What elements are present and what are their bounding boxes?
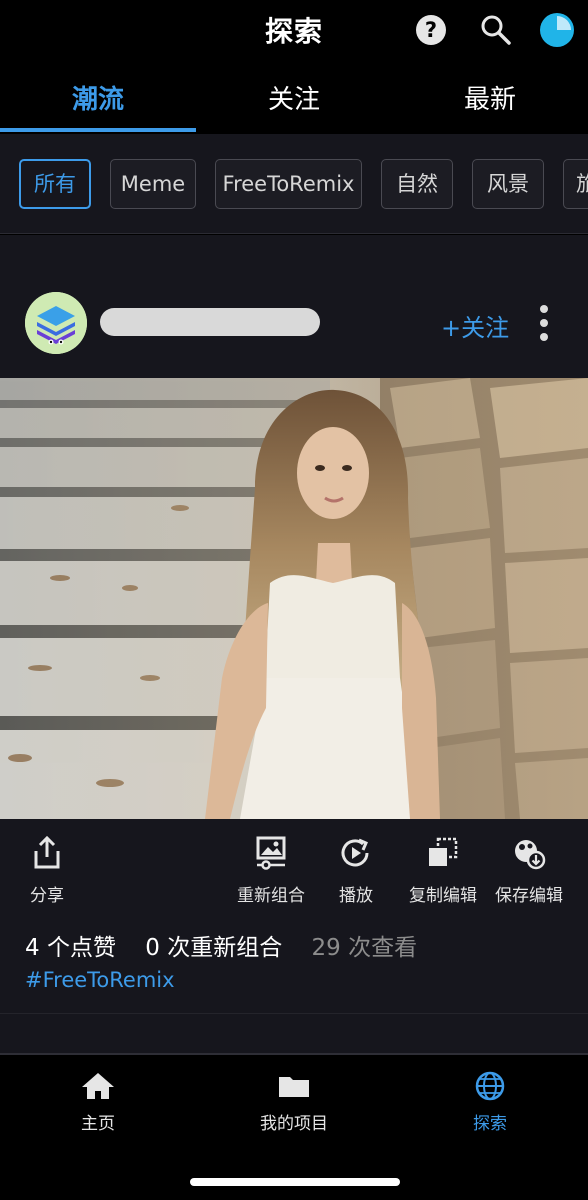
feed-tabs: 潮流 关注 最新 [0,64,588,134]
tab-latest[interactable]: 最新 [392,64,588,134]
share-action[interactable]: 分享 [17,835,77,906]
author-name-placeholder [100,308,320,336]
post-header: +关注 [0,235,588,378]
photo-woman-on-stairs-image [0,378,588,819]
search-icon[interactable] [478,12,514,48]
replay-icon [341,838,369,867]
post-photo[interactable] [0,378,588,819]
filter-chip-freetoremix[interactable]: FreeToRemix [215,159,362,209]
globe-icon [475,1071,505,1101]
nav-explore[interactable]: 探索 [392,1071,588,1134]
home-indicator [190,1178,400,1186]
hashtag-link[interactable]: #FreeToRemix [25,968,175,992]
save-edits-icon [515,840,546,870]
feed: +关注 分享 重新组合 播放 复制编辑 保存编辑 4 个点赞 0 次重新组合 2… [0,235,588,1053]
nav-my-projects[interactable]: 我的项目 [196,1071,392,1134]
share-icon [34,835,60,869]
post-stats: 4 个点赞 0 次重新组合 29 次查看 [25,928,439,962]
view-count: 29 次查看 [311,935,418,961]
replay-action[interactable]: 播放 [326,835,386,906]
author-avatar[interactable] [25,292,87,354]
filter-chip-all[interactable]: 所有 [19,159,91,209]
filter-chip-scenery[interactable]: 风景 [472,159,544,209]
home-icon [82,1073,114,1099]
profile-avatar-icon[interactable] [539,12,575,48]
remix-icon [256,836,286,870]
like-count: 4 个点赞 [25,935,116,961]
nav-home-label: 主页 [81,1114,115,1134]
nav-my-projects-label: 我的项目 [260,1114,328,1134]
filter-chip-meme[interactable]: Meme [110,159,196,209]
more-options-icon[interactable] [532,303,556,343]
nav-home[interactable]: 主页 [0,1071,196,1134]
tab-following[interactable]: 关注 [196,64,392,134]
feed-divider [0,1013,588,1014]
active-tab-indicator [0,128,196,132]
remix-count: 0 次重新组合 [145,935,283,961]
copy-edits-action[interactable]: 复制编辑 [402,835,484,906]
filter-chip-travel[interactable]: 旅 [563,159,588,209]
layers-logo-icon [25,292,87,354]
follow-button[interactable]: +关注 [441,308,509,343]
filter-chip-row: 所有 Meme FreeToRemix 自然 风景 旅 [0,134,588,234]
replay-label: 播放 [339,886,373,906]
copy-edits-icon [429,837,458,866]
nav-explore-label: 探索 [473,1114,507,1134]
folder-icon [279,1077,309,1097]
help-icon[interactable]: ? [416,15,446,45]
copy-edits-label: 复制编辑 [409,886,477,906]
post-actions: 分享 重新组合 播放 复制编辑 保存编辑 [0,835,588,915]
remix-action[interactable]: 重新组合 [230,835,312,906]
remix-label: 重新组合 [237,886,305,906]
top-bar: 探索 ? [0,0,588,64]
filter-chip-nature[interactable]: 自然 [381,159,453,209]
save-edits-label: 保存编辑 [495,886,563,906]
save-edits-action[interactable]: 保存编辑 [488,835,570,906]
tab-trending[interactable]: 潮流 [0,64,196,134]
share-label: 分享 [30,886,64,906]
